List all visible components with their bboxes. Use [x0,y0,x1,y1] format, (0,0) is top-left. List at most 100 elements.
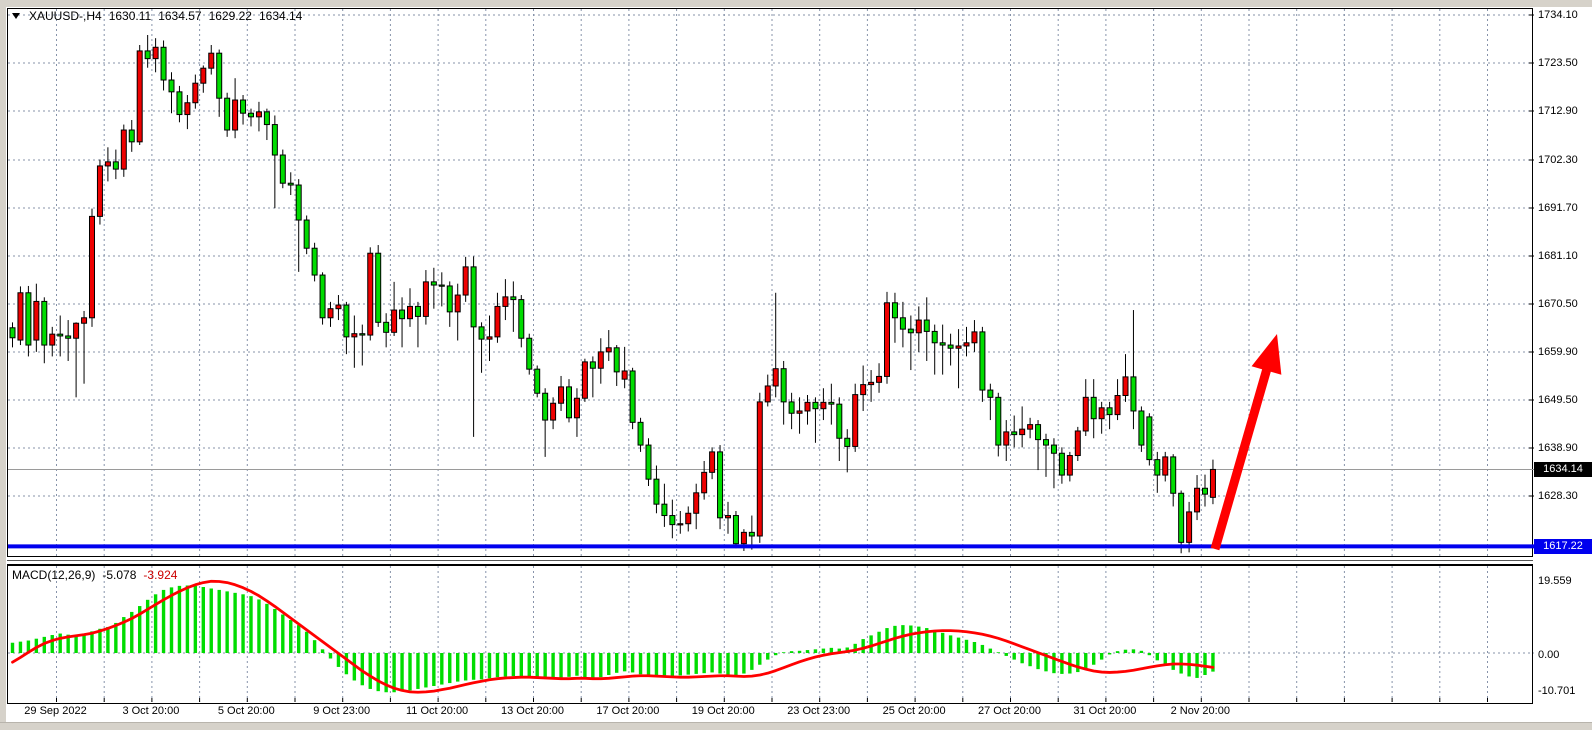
price-chart-pane[interactable] [7,8,1533,557]
candle [384,322,389,332]
macd-indicator-pane[interactable] [7,565,1533,704]
candle [217,53,222,98]
candle [813,402,818,408]
candle [121,130,126,169]
candle [694,493,699,513]
candle [50,334,55,345]
candle [646,445,651,479]
candle [726,516,731,518]
candle [543,393,548,420]
candle [892,303,897,318]
candle [567,387,572,418]
candle [590,362,595,368]
candle [193,83,198,103]
candle [1012,432,1017,435]
candle [225,98,230,130]
candle [1075,431,1080,456]
candle [153,47,158,58]
candle [654,479,659,504]
time-axis-label: 31 Oct 20:00 [1073,705,1136,717]
candle [201,68,206,83]
candle [280,155,285,183]
candle [869,382,874,384]
current-price-badge: 1634.14 [1534,462,1592,477]
window-chrome-left [0,0,6,730]
candle [718,452,723,518]
candle [1099,408,1104,419]
price-axis-label: 1649.50 [1538,394,1578,406]
candle [1203,488,1208,494]
candle [1004,432,1009,445]
candle [551,403,556,420]
candle [400,310,405,319]
candle [1179,493,1184,542]
price-axis-label: 1712.90 [1538,105,1578,117]
candle [797,411,802,413]
candle [1107,408,1112,415]
candle [503,297,508,307]
quote-close: 1634.14 [259,9,302,23]
time-axis-label: 9 Oct 23:00 [313,705,370,717]
candle [447,286,452,312]
candle [710,452,715,472]
candle [209,53,214,68]
candle [789,402,794,413]
candle [535,369,540,393]
candle [312,248,317,275]
trend-arrow-object[interactable] [1215,334,1281,549]
candle [972,332,977,343]
macd-axis-label: -10.701 [1538,685,1575,697]
chevron-down-icon[interactable] [12,13,20,19]
candle [980,332,985,390]
candle [821,402,826,408]
candle [320,275,325,318]
candle [129,130,134,142]
candle [392,310,397,332]
candle [233,100,238,130]
macd-signal-value: -3.924 [143,568,177,582]
candle [805,402,810,411]
candle [1028,425,1033,430]
price-axis-label: 1670.50 [1538,298,1578,310]
candle [376,253,381,322]
candle [495,306,500,336]
candle [487,337,492,339]
candle [885,303,890,377]
candle [479,327,484,339]
candle [66,336,71,338]
candle [1067,456,1072,476]
candle [1059,453,1064,475]
quote-open: 1630.11 [109,9,152,23]
candle [74,323,79,338]
time-axis-label: 11 Oct 20:00 [406,705,468,717]
candle [344,305,349,337]
candle [678,524,683,525]
candle [940,343,945,345]
macd-chart-canvas[interactable] [8,566,1534,703]
candle [90,216,95,317]
candle [877,376,882,382]
candle [1195,488,1200,512]
candle [924,320,929,331]
time-axis-label: 3 Oct 20:00 [122,705,179,717]
candle [662,504,667,515]
candle [368,253,373,335]
candle [34,301,39,340]
candle [598,352,603,368]
candle [1115,396,1120,415]
price-chart-canvas[interactable] [8,9,1534,556]
candle [113,162,118,169]
price-axis-label: 1681.10 [1538,250,1578,262]
candle [845,438,850,446]
candle [105,162,110,166]
window-chrome-top [0,0,1592,7]
candle [956,346,961,348]
candle [1210,469,1215,497]
candle [773,369,778,386]
candle [964,343,969,346]
candle [58,334,63,336]
price-axis-label: 1659.90 [1538,346,1578,358]
candle [97,166,102,216]
candle [606,348,611,352]
candle [82,318,87,323]
